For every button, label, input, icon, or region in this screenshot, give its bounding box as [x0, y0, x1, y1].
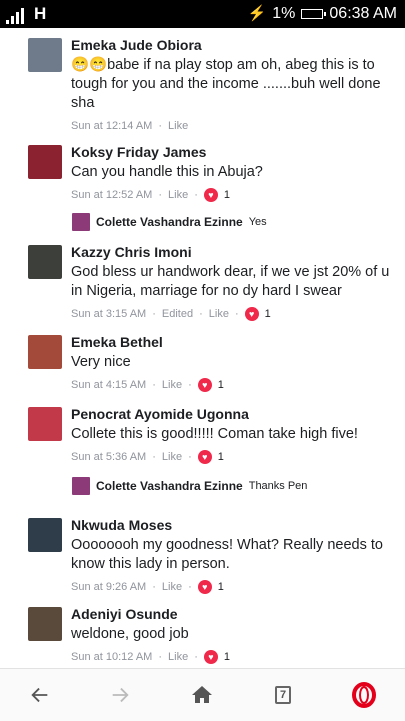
like-link[interactable]: Like: [168, 188, 188, 202]
commenter-name[interactable]: Penocrat Ayomide Ugonna: [71, 405, 401, 423]
reply: Colette Vashandra Ezinne Yes: [72, 212, 392, 232]
comment-meta: Sun at 3:15 AM · Edited · Like · ♥ 1: [71, 307, 271, 321]
comment-meta: Sun at 12:14 AM · Like: [71, 119, 189, 133]
grin-emoji-icon: 😁😁: [71, 57, 108, 73]
commenter-name[interactable]: Kazzy Chris Imoni: [71, 243, 401, 261]
tabs-button[interactable]: 7: [265, 677, 301, 713]
avatar[interactable]: [28, 607, 62, 641]
love-reaction-icon[interactable]: ♥: [244, 307, 259, 321]
reply-avatar[interactable]: [72, 477, 90, 495]
commenter-name[interactable]: Emeka Bethel: [71, 333, 401, 351]
love-reaction-icon[interactable]: ♥: [203, 188, 218, 202]
commenter-name[interactable]: Emeka Jude Obiora: [71, 36, 401, 54]
comment-meta: Sun at 12:52 AM · Like · ♥ 1: [71, 188, 230, 202]
status-right: ⚡ 1% 06:38 AM: [248, 4, 397, 24]
reaction-count[interactable]: 1: [218, 378, 224, 392]
comments-feed[interactable]: Emeka Jude Obiora 😁😁babe if na play stop…: [0, 28, 405, 665]
avatar[interactable]: [28, 145, 62, 179]
love-reaction-icon[interactable]: ♥: [197, 580, 212, 594]
reply-avatar[interactable]: [72, 213, 90, 231]
comment-meta: Sun at 5:36 AM · Like · ♥ 1: [71, 450, 224, 464]
love-reaction-icon[interactable]: ♥: [197, 450, 212, 464]
love-reaction-icon[interactable]: ♥: [203, 650, 218, 664]
comment-text: God bless ur handwork dear, if we ve jst…: [71, 264, 390, 299]
comment-meta: Sun at 10:12 AM · Like · ♥ 1: [71, 650, 230, 664]
avatar[interactable]: [28, 407, 62, 441]
edited-label[interactable]: Edited: [162, 307, 193, 321]
like-link[interactable]: Like: [162, 450, 182, 464]
tabs-count: 7: [275, 686, 291, 704]
battery-icon: [301, 9, 327, 19]
comment-time: Sun at 9:26 AM: [71, 581, 147, 593]
back-arrow-icon: [31, 687, 48, 703]
like-link[interactable]: Like: [209, 307, 229, 321]
status-bar: H ⚡ 1% 06:38 AM: [0, 0, 405, 28]
browser-toolbar: 7: [0, 668, 405, 721]
avatar[interactable]: [28, 38, 62, 72]
comment-text: Can you handle this in Abuja?: [71, 164, 263, 180]
opera-menu-button[interactable]: [346, 677, 382, 713]
comment-text: Collete this is good!!!!! Coman take hig…: [71, 426, 358, 442]
reply: Colette Vashandra Ezinne Thanks Pen: [72, 476, 392, 496]
forward-arrow-icon: [112, 687, 129, 703]
reply-text: Thanks Pen: [248, 480, 308, 492]
comment-time: Sun at 4:15 AM: [71, 379, 147, 391]
comment-text: 😁😁babe if na play stop am oh, abeg this …: [71, 57, 381, 111]
comment-time: Sun at 12:52 AM: [71, 189, 153, 201]
comment-time: Sun at 12:14 AM: [71, 120, 153, 132]
reaction-count[interactable]: 1: [224, 188, 230, 202]
battery-percent: 1%: [272, 5, 296, 22]
avatar[interactable]: [28, 518, 62, 552]
comment-time: Sun at 3:15 AM: [71, 308, 147, 320]
network-type: H: [34, 4, 47, 23]
reaction-count[interactable]: 1: [218, 450, 224, 464]
signal-indicator: H: [6, 4, 46, 24]
reaction-count[interactable]: 1: [265, 307, 271, 321]
comment-text: Very nice: [71, 354, 131, 370]
reply-author[interactable]: Colette Vashandra Ezinne: [96, 479, 243, 493]
home-button[interactable]: [184, 677, 220, 713]
data-saver-icon: ⚡: [247, 5, 267, 22]
like-link[interactable]: Like: [168, 650, 188, 664]
back-button[interactable]: [22, 677, 58, 713]
avatar[interactable]: [28, 245, 62, 279]
opera-logo-icon: [352, 682, 376, 708]
home-icon: [192, 686, 212, 703]
love-reaction-icon[interactable]: ♥: [197, 378, 212, 392]
forward-button[interactable]: [102, 677, 138, 713]
comment-time: Sun at 5:36 AM: [71, 451, 147, 463]
reaction-count[interactable]: 1: [224, 650, 230, 664]
comment-meta: Sun at 4:15 AM · Like · ♥ 1: [71, 378, 224, 392]
like-link[interactable]: Like: [168, 119, 188, 133]
comment-time: Sun at 10:12 AM: [71, 651, 153, 663]
comment-text: Oooooooh my goodness! What? Really needs…: [71, 537, 383, 572]
comment-meta: Sun at 9:26 AM · Like · ♥ 1: [71, 580, 224, 594]
comment-text: weldone, good job: [71, 626, 189, 642]
avatar[interactable]: [28, 335, 62, 369]
reaction-count[interactable]: 1: [218, 580, 224, 594]
commenter-name[interactable]: Adeniyi Osunde: [71, 605, 401, 623]
commenter-name[interactable]: Koksy Friday James: [71, 143, 401, 161]
like-link[interactable]: Like: [162, 378, 182, 392]
commenter-name[interactable]: Nkwuda Moses: [71, 516, 401, 534]
reply-text: Yes: [248, 216, 267, 228]
like-link[interactable]: Like: [162, 580, 182, 594]
clock: 06:38 AM: [329, 5, 397, 22]
reply-author[interactable]: Colette Vashandra Ezinne: [96, 215, 243, 229]
